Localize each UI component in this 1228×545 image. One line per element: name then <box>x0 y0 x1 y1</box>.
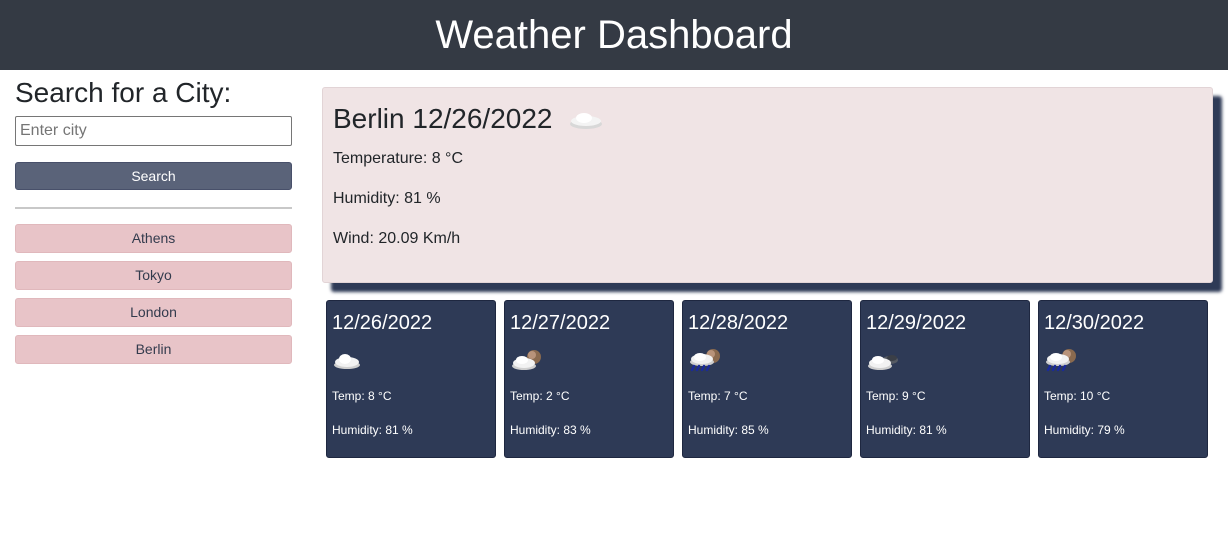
forecast-date: 12/30/2022 <box>1044 312 1145 334</box>
forecast-humidity: Humidity: 85 % <box>688 423 769 437</box>
forecast-date: 12/29/2022 <box>866 312 967 334</box>
forecast-date: 12/27/2022 <box>510 312 611 334</box>
cloud-icon <box>332 347 366 375</box>
forecast-temp: Temp: 8 °C <box>332 389 392 403</box>
cloud-moon-icon <box>510 347 544 375</box>
forecast-date: 12/28/2022 <box>688 312 789 334</box>
five-day-forecast: 12/26/2022 Temp: 8 °C Humidity: 81 % 12/… <box>326 300 1208 458</box>
forecast-date: 12/26/2022 <box>332 312 433 334</box>
current-wind: Wind: 20.09 Km/h <box>333 230 461 247</box>
forecast-humidity: Humidity: 81 % <box>332 423 413 437</box>
forecast-humidity: Humidity: 81 % <box>866 423 947 437</box>
forecast-humidity: Humidity: 83 % <box>510 423 591 437</box>
search-panel: Search for a City: Search Athens Tokyo L… <box>15 70 292 372</box>
history-item-berlin[interactable]: Berlin <box>15 335 292 364</box>
forecast-temp: Temp: 10 °C <box>1044 389 1111 403</box>
city-search-input[interactable] <box>15 116 292 146</box>
current-city-date: Berlin 12/26/2022 <box>333 103 553 134</box>
forecast-card: 12/26/2022 Temp: 8 °C Humidity: 81 % <box>326 300 496 458</box>
cloud-icon <box>567 107 605 131</box>
forecast-temp: Temp: 7 °C <box>688 389 748 403</box>
app-header: Weather Dashboard <box>0 0 1228 70</box>
search-button[interactable]: Search <box>15 162 292 190</box>
cloud-night-icon <box>866 347 900 375</box>
history-item-tokyo[interactable]: Tokyo <box>15 261 292 290</box>
forecast-card: 12/27/2022 Temp: 2 °C Humidity: 83 % <box>504 300 674 458</box>
forecast-temp: Temp: 2 °C <box>510 389 570 403</box>
forecast-card: 12/30/2022 Temp: 10 °C Humidity: 79 % <box>1038 300 1208 458</box>
search-heading: Search for a City: <box>15 77 232 108</box>
current-humidity: Humidity: 81 % <box>333 190 441 207</box>
current-weather-title: Berlin 12/26/2022 <box>333 102 1202 136</box>
forecast-card: 12/28/2022 Temp: 7 °C Humidity: 85 % <box>682 300 852 458</box>
forecast-humidity: Humidity: 79 % <box>1044 423 1125 437</box>
history-item-athens[interactable]: Athens <box>15 224 292 253</box>
current-temperature: Temperature: 8 °C <box>333 150 464 167</box>
history-item-london[interactable]: London <box>15 298 292 327</box>
divider <box>15 207 292 209</box>
forecast-card: 12/29/2022 Temp: 9 °C Humidity: 81 % <box>860 300 1030 458</box>
page-title: Weather Dashboard <box>435 13 793 57</box>
rain-moon-icon <box>688 347 722 375</box>
forecast-temp: Temp: 9 °C <box>866 389 926 403</box>
rain-moon-icon <box>1044 347 1078 375</box>
search-history: Athens Tokyo London Berlin <box>15 224 292 364</box>
current-weather-card: Berlin 12/26/2022 Temperature: 8 °C Humi… <box>322 87 1213 283</box>
